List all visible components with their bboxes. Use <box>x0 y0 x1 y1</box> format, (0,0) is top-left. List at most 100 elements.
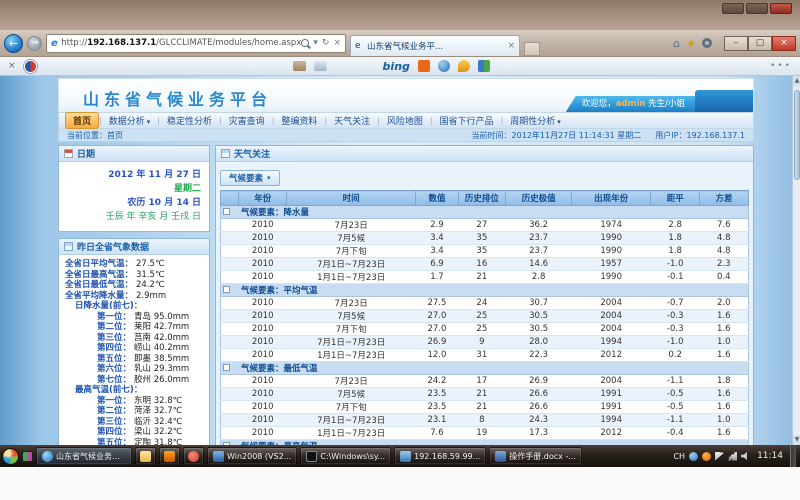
nav-item-5[interactable]: 天气关注 <box>327 113 377 128</box>
cell-7: 2.0 <box>700 297 749 310</box>
search-icon[interactable] <box>301 39 309 47</box>
taskbar-app-red[interactable] <box>183 447 204 465</box>
new-tab-button[interactable] <box>524 42 540 56</box>
cell-2: 24.2 <box>416 375 458 388</box>
firefox-icon[interactable] <box>702 452 711 461</box>
mail-icon[interactable] <box>314 61 327 71</box>
messenger-icon[interactable] <box>438 60 450 72</box>
nav-item-4[interactable]: 整编资料 <box>274 113 324 128</box>
taskbar-app-cmd[interactable]: C:\Windows\sy... <box>300 447 391 465</box>
column-header-7[interactable]: 方差 <box>700 191 749 206</box>
bing-logo[interactable]: bing <box>383 60 410 73</box>
cell-2: 26.9 <box>416 336 458 349</box>
weather-focus-panel: 天气关注 气候要素 ▾ <box>215 145 754 445</box>
favorites-star-icon[interactable]: ★ <box>686 37 696 50</box>
addon-close-icon[interactable]: × <box>8 61 16 71</box>
scroll-down-icon[interactable]: ▼ <box>793 435 800 445</box>
cell-4: 22.3 <box>506 349 572 362</box>
taskbar-app-explorer[interactable] <box>135 447 156 465</box>
group-row: 气候要素：最低气温 <box>221 362 749 375</box>
nav-item-0[interactable]: 首页 <box>65 112 99 129</box>
apps-icon[interactable] <box>478 60 490 72</box>
gadget-icon[interactable] <box>22 451 33 462</box>
rank-value: 莱阳 42.7mm <box>134 322 189 333</box>
address-bar[interactable]: e http://192.168.137.1/GLCCLIMATE/module… <box>46 34 346 53</box>
page-scrollbar[interactable]: ▲ ▼ <box>792 76 800 445</box>
start-button[interactable] <box>2 448 19 465</box>
climate-element-button[interactable]: 气候要素 ▾ <box>220 170 280 186</box>
cell-0: 2010 <box>239 349 287 362</box>
group-label-cell: 气候要素：最低气温 <box>239 362 749 375</box>
bg-close-button[interactable] <box>770 3 792 14</box>
scrollbar-thumb[interactable] <box>794 90 800 180</box>
rank-value: 崂山 40.2mm <box>134 343 189 354</box>
window-close-button[interactable]: × <box>772 36 796 51</box>
addon-emblem-icon[interactable] <box>24 60 37 73</box>
checkbox[interactable] <box>223 208 230 215</box>
column-header-6[interactable]: 距平 <box>651 191 700 206</box>
autocomplete-dropdown-icon[interactable]: ▾ <box>313 38 318 48</box>
show-desktop-button[interactable] <box>790 445 796 467</box>
settings-gear-icon[interactable] <box>702 38 712 48</box>
taskbar-app-vm[interactable]: Win2008 (VS2... <box>207 447 297 465</box>
cell-6: -0.3 <box>651 323 700 336</box>
bing-box-icon[interactable] <box>418 60 430 72</box>
volume-icon[interactable] <box>741 452 750 461</box>
wallet-icon[interactable] <box>293 61 306 71</box>
taskbar-app-word[interactable]: 操作手册.docx -... <box>489 447 582 465</box>
table-header-row: 年份时间数值历史排位历史极值出现年份距平方差 <box>221 191 749 206</box>
checkbox[interactable] <box>223 364 230 371</box>
language-indicator[interactable]: CH <box>673 452 685 461</box>
column-header-2[interactable]: 数值 <box>416 191 458 206</box>
stop-button[interactable]: × <box>333 38 341 48</box>
clock[interactable]: 11:14 <box>757 451 783 461</box>
column-header-3[interactable]: 历史排位 <box>458 191 506 206</box>
rank-label: 第四位： <box>97 343 131 354</box>
nav-item-7[interactable]: 国省下行产品 <box>433 113 501 128</box>
home-icon[interactable]: ⌂ <box>673 37 680 50</box>
back-button[interactable]: ← <box>4 34 23 53</box>
nav-item-2[interactable]: 稳定性分析 <box>160 113 219 128</box>
scroll-up-icon[interactable]: ▲ <box>793 76 800 86</box>
globe-icon[interactable] <box>689 452 698 461</box>
nav-item-3[interactable]: 灾害查询 <box>222 113 272 128</box>
cell-1: 7月下旬 <box>286 323 415 336</box>
browser-tab[interactable]: e 山东省气候业务平... × <box>350 35 520 56</box>
window-maximize-button[interactable]: ▢ <box>748 36 772 51</box>
column-header-0[interactable]: 年份 <box>239 191 287 206</box>
chevron-down-icon: ▾ <box>557 118 561 126</box>
bird-icon[interactable] <box>458 60 470 72</box>
weather-panel-title: 昨日全省气象数据 <box>77 240 149 253</box>
rdp-icon <box>400 451 411 462</box>
checkbox[interactable] <box>223 286 230 293</box>
cell-1: 7月1日~7月23日 <box>286 414 415 427</box>
cell-1: 7月1日~7月23日 <box>286 258 415 271</box>
nav-item-8[interactable]: 周期性分析▾ <box>503 113 568 128</box>
rank-label: 第五位： <box>97 354 131 365</box>
forward-button[interactable]: → <box>27 36 42 51</box>
column-header-5[interactable]: 出现年份 <box>572 191 651 206</box>
nav-item-1[interactable]: 数据分析▾ <box>102 113 158 128</box>
rank-row: 第三位：临沂 32.4℃ <box>65 417 207 428</box>
nav-item-6[interactable]: 风险地图 <box>380 113 430 128</box>
more-options-icon[interactable]: ••• <box>770 61 792 71</box>
cell-1: 7月5候 <box>286 310 415 323</box>
tab-close-icon[interactable]: × <box>507 41 515 51</box>
column-header-1[interactable]: 时间 <box>286 191 415 206</box>
bg-maximize-button[interactable] <box>746 3 768 14</box>
flag-icon[interactable] <box>715 452 724 461</box>
taskbar-app-rdp[interactable]: 192.168.59.99... <box>394 447 486 465</box>
bg-minimize-button[interactable] <box>722 3 744 14</box>
window-minimize-button[interactable]: – <box>724 36 748 51</box>
cell-2: 23.1 <box>416 414 458 427</box>
stat-value: 31.5℃ <box>136 270 164 281</box>
refresh-button[interactable]: ↻ <box>322 38 330 48</box>
taskbar: 山东省气候业务平... Win2008 (VS2...C:\Windows\sy.… <box>0 445 800 467</box>
taskbar-app-ie[interactable]: 山东省气候业务平... <box>36 447 132 465</box>
breadcrumb[interactable]: 当前位置：首页 <box>67 130 123 141</box>
column-header-4[interactable]: 历史极值 <box>506 191 572 206</box>
row-checkbox-cell <box>221 323 239 336</box>
taskbar-app-orange[interactable] <box>159 447 180 465</box>
cell-6: -0.1 <box>651 271 700 284</box>
network-icon[interactable] <box>728 452 737 461</box>
